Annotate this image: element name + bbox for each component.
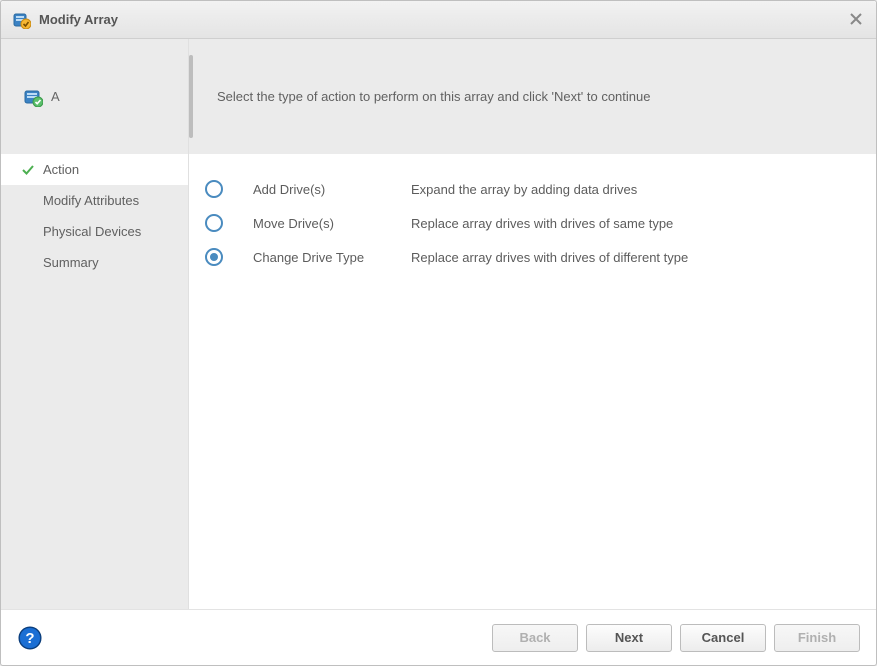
wizard-sidebar: A Action Modify Attributes Physical Devi… xyxy=(1,39,189,609)
option-label: Move Drive(s) xyxy=(253,216,411,231)
option-description: Replace array drives with drives of diff… xyxy=(411,250,688,265)
radio-icon[interactable] xyxy=(205,248,223,266)
array-label: A xyxy=(51,89,60,104)
back-button: Back xyxy=(492,624,578,652)
option-label: Change Drive Type xyxy=(253,250,411,265)
wizard-step-label: Physical Devices xyxy=(43,224,141,239)
option-move-drives[interactable]: Move Drive(s) Replace array drives with … xyxy=(205,206,856,240)
next-button[interactable]: Next xyxy=(586,624,672,652)
dialog-body: A Action Modify Attributes Physical Devi… xyxy=(1,39,876,609)
check-icon xyxy=(21,164,35,176)
action-options: Add Drive(s) Expand the array by adding … xyxy=(189,154,876,609)
wizard-step-physical-devices[interactable]: Physical Devices xyxy=(1,216,188,247)
wizard-step-action[interactable]: Action xyxy=(1,154,188,185)
help-icon[interactable]: ? xyxy=(17,625,43,651)
array-icon xyxy=(23,87,43,107)
dialog-footer: ? Back Next Cancel Finish xyxy=(1,609,876,665)
option-add-drives[interactable]: Add Drive(s) Expand the array by adding … xyxy=(205,172,856,206)
option-description: Replace array drives with drives of same… xyxy=(411,216,673,231)
radio-icon[interactable] xyxy=(205,180,223,198)
wizard-step-label: Action xyxy=(43,162,79,177)
wizard-step-modify-attributes[interactable]: Modify Attributes xyxy=(1,185,188,216)
wizard-main: Select the type of action to perform on … xyxy=(189,39,876,609)
close-icon[interactable] xyxy=(850,13,864,27)
cancel-button[interactable]: Cancel xyxy=(680,624,766,652)
instruction-bar: Select the type of action to perform on … xyxy=(189,39,876,154)
wizard-step-label: Summary xyxy=(43,255,99,270)
svg-text:?: ? xyxy=(25,630,34,647)
option-label: Add Drive(s) xyxy=(253,182,411,197)
finish-button: Finish xyxy=(774,624,860,652)
radio-icon[interactable] xyxy=(205,214,223,232)
wizard-step-label: Modify Attributes xyxy=(43,193,139,208)
modify-array-dialog: Modify Array A xyxy=(0,0,877,666)
option-description: Expand the array by adding data drives xyxy=(411,182,637,197)
titlebar: Modify Array xyxy=(1,1,876,39)
wizard-step-summary[interactable]: Summary xyxy=(1,247,188,278)
sidebar-header: A xyxy=(1,39,188,154)
wizard-step-list: Action Modify Attributes Physical Device… xyxy=(1,154,188,278)
array-modify-icon xyxy=(13,11,31,29)
instruction-text: Select the type of action to perform on … xyxy=(217,89,650,104)
option-change-drive-type[interactable]: Change Drive Type Replace array drives w… xyxy=(205,240,856,274)
dialog-title: Modify Array xyxy=(39,12,850,27)
